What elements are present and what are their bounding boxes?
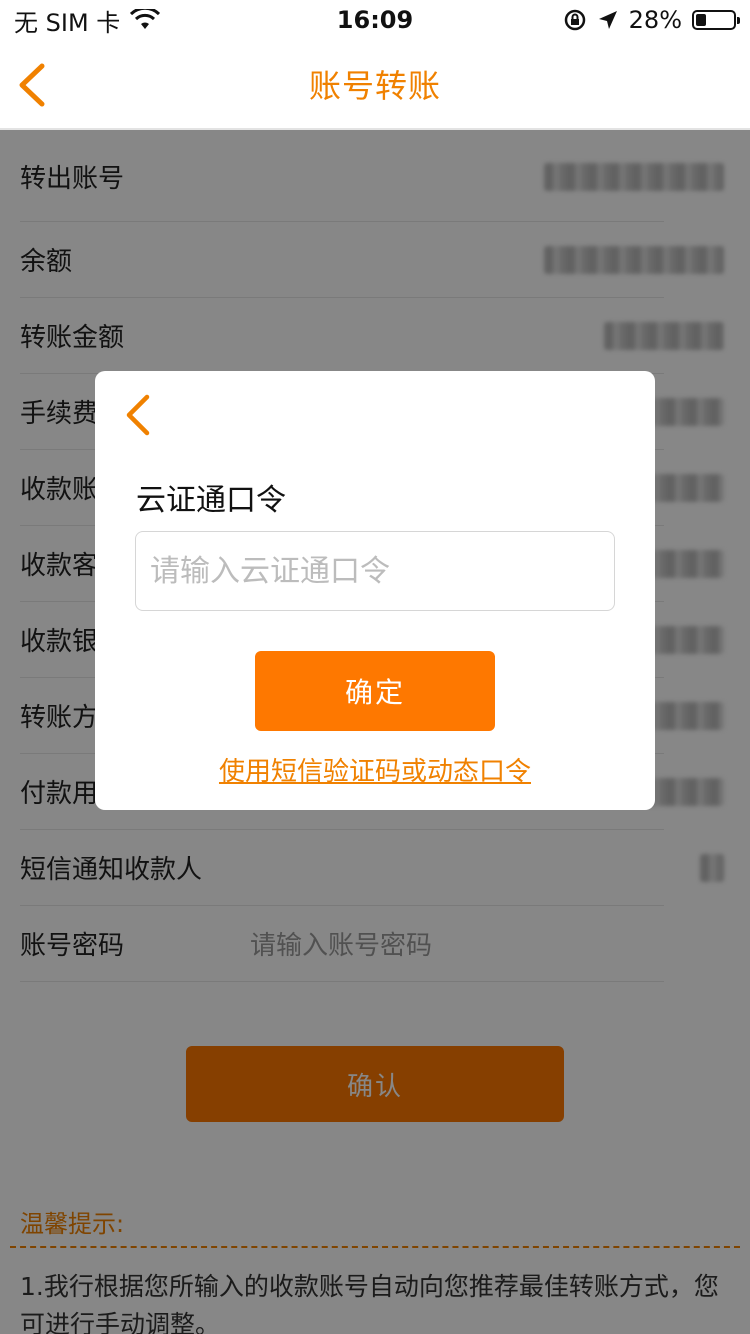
location-arrow-icon: [598, 11, 617, 29]
carrier-label: 无 SIM 卡: [14, 8, 121, 37]
status-bar: 无 SIM 卡 16:09 28%: [0, 0, 750, 40]
chevron-left-icon[interactable]: [123, 393, 153, 437]
modal-title: 云证通口令: [136, 483, 286, 518]
chevron-left-icon[interactable]: [14, 62, 54, 108]
password-modal: 云证通口令 确定 使用短信验证码或动态口令: [95, 371, 655, 810]
ok-button[interactable]: 确定: [255, 651, 495, 731]
sms-code-link[interactable]: 使用短信验证码或动态口令: [95, 751, 655, 788]
page-title: 账号转账: [308, 67, 441, 105]
battery-icon: [692, 10, 740, 30]
navigation-bar: 账号转账: [0, 40, 750, 130]
cloud-token-input[interactable]: [135, 531, 615, 611]
orientation-lock-icon: [564, 9, 585, 31]
battery-percent: 28%: [628, 6, 682, 34]
wifi-icon: [130, 9, 161, 29]
